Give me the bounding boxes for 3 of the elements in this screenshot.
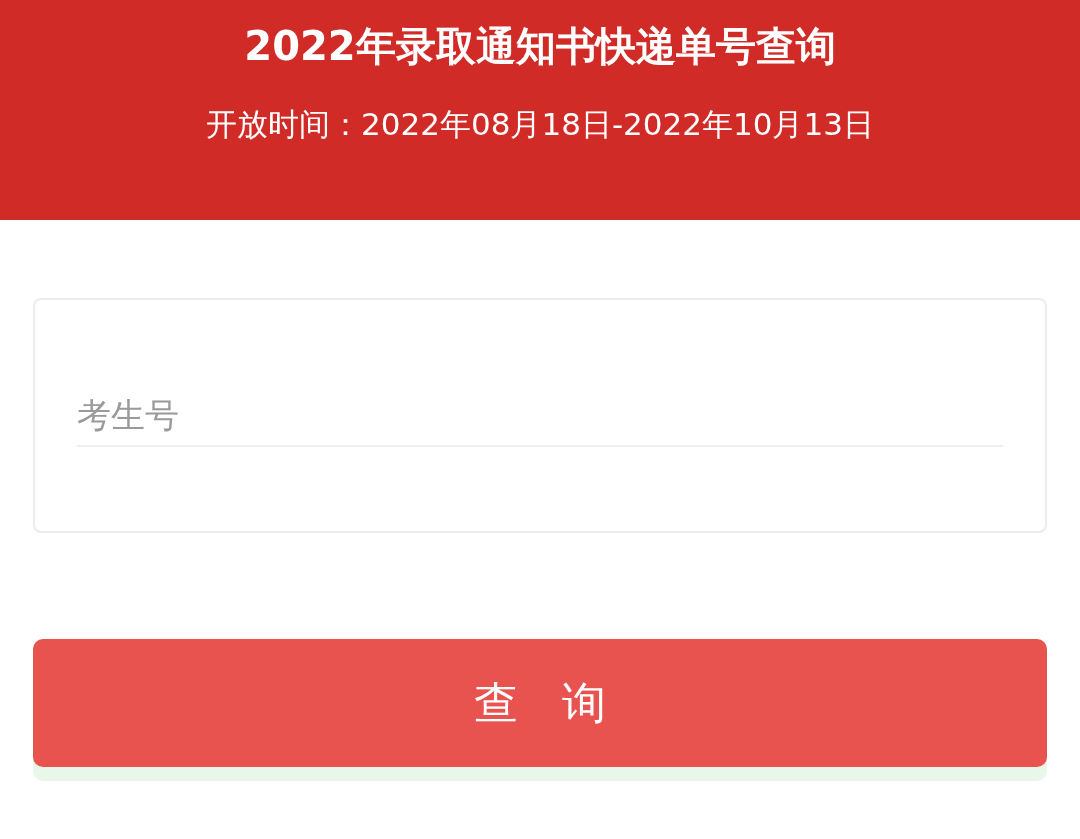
page-title: 2022年录取通知书快递单号查询: [244, 22, 836, 71]
candidate-number-field[interactable]: 考生号: [77, 386, 1003, 447]
open-period-text: 开放时间：2022年08月18日-2022年10月13日: [206, 105, 874, 144]
